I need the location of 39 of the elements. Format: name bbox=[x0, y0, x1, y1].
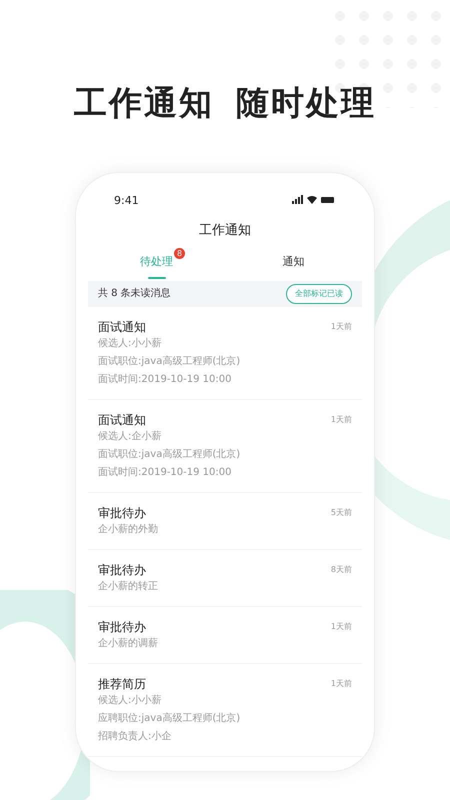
tab[interactable]: 通知 bbox=[225, 246, 362, 280]
headline-text: 随时处理 bbox=[236, 82, 376, 124]
unread-count: 共 8 条未读消息 bbox=[98, 286, 171, 301]
message-item[interactable]: 审批待办 1天前 企小薪的调薪 bbox=[88, 606, 362, 664]
message-time: 1天前 bbox=[330, 678, 352, 690]
message-detail: 候选人:小小薪 bbox=[98, 694, 162, 708]
count-badge: 8 bbox=[174, 248, 185, 259]
message-time: 5天前 bbox=[330, 506, 352, 518]
message-item[interactable]: 审批待办 5天前 企小薪的外勤 bbox=[88, 492, 362, 550]
message-detail: 面试职位:java高级工程师(北京) bbox=[98, 448, 242, 462]
headline-text: 工作通知 bbox=[74, 82, 214, 124]
message-detail: 招聘负责人:小企 bbox=[98, 730, 172, 744]
message-item[interactable]: 面试通知 1天前 候选人:企小薪 面试职位:java高级工程师(北京) 面试时间:2019-10-19 10:00 bbox=[88, 400, 362, 492]
message-detail: 候选人:小小薪 bbox=[98, 336, 162, 350]
status-icons bbox=[292, 194, 336, 204]
message-time: 8天前 bbox=[330, 564, 352, 576]
message-detail: 面试时间:2019-10-19 10:00 bbox=[98, 372, 232, 386]
message-title: 推荐简历 bbox=[98, 676, 146, 692]
screen-title: 工作通知 bbox=[199, 222, 251, 240]
tab[interactable]: 待处理 8 bbox=[88, 246, 225, 280]
message-title: 面试通知 bbox=[98, 412, 146, 428]
message-title: 审批待办 bbox=[98, 504, 146, 522]
message-detail: 候选人:企小薪 bbox=[98, 430, 162, 444]
message-time: 1天前 bbox=[330, 620, 352, 632]
message-detail: 企小薪的转正 bbox=[98, 580, 159, 594]
message-title: 审批待办 bbox=[98, 618, 146, 636]
message-detail: 应聘职位:java高级工程师(北京) bbox=[98, 712, 242, 726]
message-item[interactable]: 推荐简历 1天前 候选人:小小薪 应聘职位:java高级工程师(北京) 招聘负责人:小企 bbox=[88, 664, 362, 756]
message-item[interactable]: 审批待办 8天前 企小薪的转正 bbox=[88, 550, 362, 606]
message-detail: 面试职位:java高级工程师(北京) bbox=[98, 354, 242, 368]
message-title: 审批待办 bbox=[98, 562, 146, 578]
status-time: 9:41 bbox=[114, 193, 139, 210]
message-time: 1天前 bbox=[330, 414, 352, 426]
message-detail: 面试时间:2019-10-19 10:00 bbox=[98, 466, 232, 480]
message-detail: 企小薪的外勤 bbox=[98, 522, 159, 536]
message-title: 面试通知 bbox=[98, 318, 146, 336]
message-item[interactable]: 面试通知 1天前 候选人:小小薪 面试职位:java高级工程师(北京) 面试时间:2019-10-19 10:00 bbox=[88, 306, 362, 400]
message-time: 1天前 bbox=[330, 320, 352, 332]
message-detail: 企小薪的调薪 bbox=[98, 636, 159, 650]
